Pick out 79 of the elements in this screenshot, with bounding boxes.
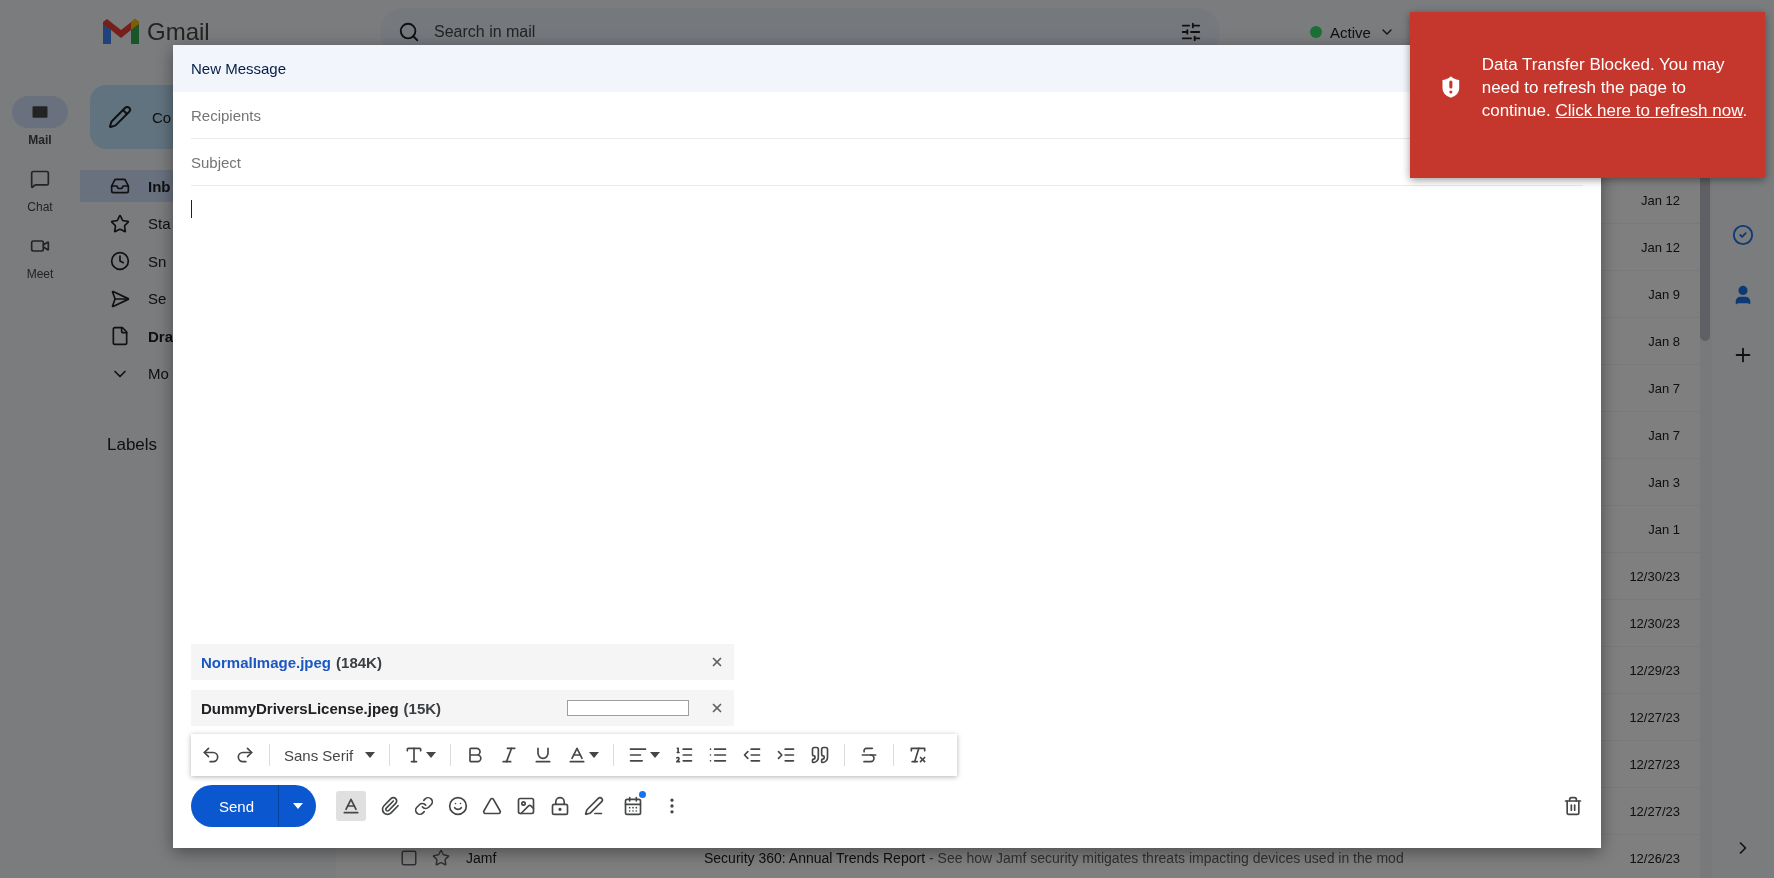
rail-button[interactable] (12, 96, 68, 128)
inbox-icon (110, 176, 130, 196)
search-icon (398, 21, 420, 43)
chat-icon (30, 169, 50, 189)
email-date: 12/27/23 (1629, 803, 1680, 819)
email-date: Jan 7 (1648, 380, 1680, 396)
close-icon[interactable] (710, 701, 724, 715)
numbered-list-icon[interactable] (674, 745, 695, 765)
quote-icon[interactable] (810, 745, 831, 765)
font-selector[interactable]: Sans Serif (284, 746, 376, 764)
redo-icon[interactable] (235, 745, 255, 765)
rail-label: Meet (26, 267, 54, 281)
email-subject: Security 360: Annual Trends Report (704, 850, 926, 866)
triangle-icon[interactable] (482, 796, 503, 816)
email-date: Jan 7 (1648, 427, 1680, 443)
pen-icon[interactable] (584, 796, 605, 816)
checkbox[interactable] (400, 849, 418, 867)
close-icon[interactable] (710, 655, 724, 669)
logo-text: Gmail (147, 18, 210, 46)
nav-item[interactable]: Mo (80, 357, 320, 390)
calendar-icon (623, 796, 644, 816)
caret-icon (365, 752, 376, 758)
filter-icon[interactable] (1180, 21, 1202, 43)
nav-item[interactable]: Se (80, 282, 320, 315)
rail-label: Chat (27, 200, 53, 214)
paperclip-icon[interactable] (380, 796, 401, 816)
indent-more-icon[interactable] (776, 745, 797, 765)
email-date: Jan 1 (1648, 521, 1680, 537)
pencil-icon (108, 105, 132, 129)
caret-icon (426, 752, 437, 758)
nav-item[interactable]: Sn (80, 245, 320, 277)
formatting-toggle[interactable] (336, 791, 367, 821)
attachment-name: DummyDriversLicense.jpeg (201, 699, 399, 717)
tasks-icon[interactable] (1732, 224, 1754, 246)
email-date: Jan 3 (1648, 474, 1680, 490)
emoji-icon[interactable] (448, 796, 469, 816)
email-snippet: - See how Jamf security mitigates threats impacting devices used in the mod (929, 850, 1404, 866)
email-date: 12/27/23 (1629, 756, 1680, 772)
send-options-button[interactable] (278, 785, 317, 827)
attachment-name[interactable]: NormalImage.jpeg (201, 653, 332, 671)
star-icon[interactable] (432, 849, 450, 867)
nav-item[interactable]: Sta (80, 207, 320, 240)
email-date: 12/30/23 (1629, 568, 1680, 584)
rail-label: Mail (28, 133, 52, 147)
caret-icon (589, 752, 600, 758)
attachment-chip[interactable]: NormalImage.jpeg (184K) (191, 644, 734, 680)
image-icon[interactable] (516, 796, 537, 816)
lock-icon[interactable] (550, 796, 571, 816)
undo-icon[interactable] (201, 745, 221, 765)
indent-less-icon[interactable] (742, 745, 763, 765)
caret-icon (650, 752, 661, 758)
logo-icon (103, 18, 139, 46)
email-date: Jan 12 (1640, 192, 1680, 208)
labels-heading: Labels (107, 435, 159, 455)
text-size-icon[interactable] (404, 745, 425, 765)
clear-formatting-icon[interactable] (908, 745, 929, 765)
nav-item[interactable]: Dra (80, 320, 320, 352)
email-date: 12/30/23 (1629, 615, 1680, 631)
send-icon (110, 288, 130, 309)
email-date: Jan 9 (1648, 286, 1680, 302)
attachment-chip[interactable]: DummyDriversLicense.jpeg (15K) (191, 690, 734, 726)
email-date: Jan 12 (1640, 239, 1680, 255)
email-date: 12/27/23 (1629, 709, 1680, 725)
file-icon (110, 326, 130, 346)
email-date: 12/26/23 (1629, 850, 1680, 866)
caret-icon (292, 803, 303, 809)
clock-icon (110, 251, 130, 271)
bulleted-list-icon[interactable] (708, 745, 729, 765)
align-icon[interactable] (628, 745, 649, 765)
email-sender: Jamf (466, 850, 498, 866)
link-icon[interactable] (414, 796, 435, 816)
star-icon (110, 213, 130, 234)
status-selector[interactable]: Active (1310, 23, 1395, 41)
attachment-size: (184K) (336, 653, 382, 671)
trash-icon[interactable] (1563, 796, 1583, 816)
send-button[interactable]: Send (191, 785, 279, 827)
email-date: Jan 8 (1648, 333, 1680, 349)
email-date: 12/29/23 (1629, 662, 1680, 678)
attachment-size: (15K) (403, 699, 442, 717)
